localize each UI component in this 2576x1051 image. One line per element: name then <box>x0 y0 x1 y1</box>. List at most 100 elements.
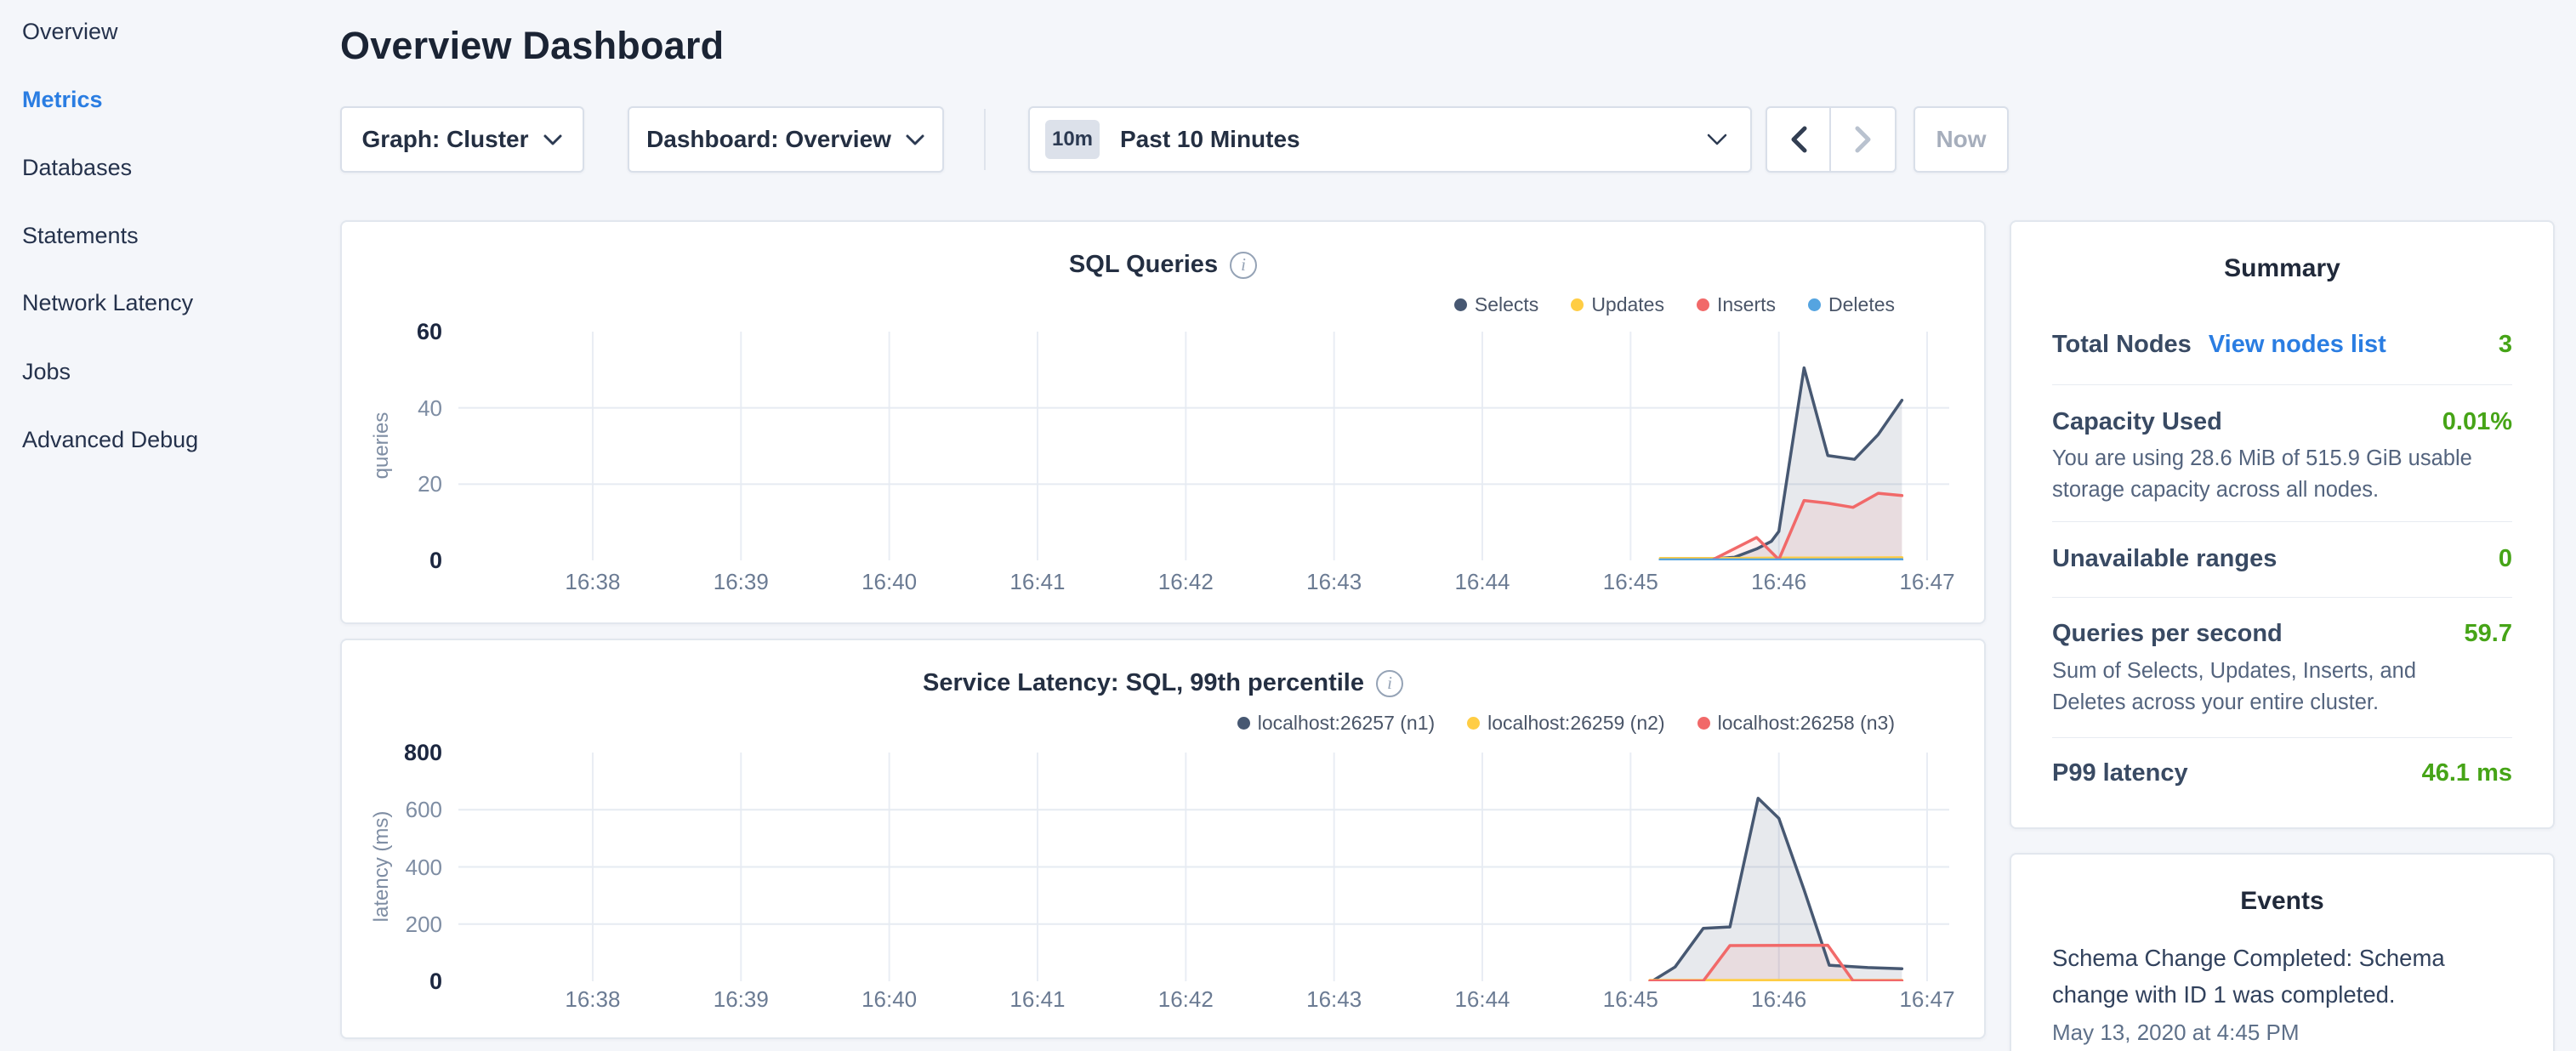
summary-row-label: Total Nodes <box>2052 331 2192 358</box>
legend-item[interactable]: localhost:26257 (n1) <box>1237 712 1435 735</box>
summary-row-queries-per-second: Queries per second 59.7 <box>2052 620 2512 648</box>
chart-plot-area[interactable] <box>458 753 1949 981</box>
x-tick-label: 16:38 <box>542 569 644 595</box>
summary-row-p99-latency: P99 latency 46.1 ms <box>2052 759 2512 787</box>
summary-row-total-nodes: Total Nodes View nodes list 3 <box>2052 331 2512 359</box>
x-tick-label: 16:40 <box>839 986 941 1013</box>
legend-item[interactable]: localhost:26258 (n3) <box>1697 712 1895 735</box>
x-tick-label: 16:42 <box>1134 569 1237 595</box>
service-latency-chart-card: Service Latency: SQL, 99th percentile i … <box>340 639 1986 1039</box>
divider <box>2052 521 2512 522</box>
y-axis-ticks: 0200400600800 <box>342 753 451 981</box>
x-tick-label: 16:45 <box>1579 986 1681 1013</box>
chart-legend: Selects Updates Inserts Deletes <box>1454 293 1895 316</box>
summary-row-value: 0.01% <box>2442 408 2512 436</box>
legend-dot-icon <box>1697 298 1709 311</box>
legend-label: Deletes <box>1828 293 1895 316</box>
x-tick-label: 16:46 <box>1728 569 1830 595</box>
summary-row-label: Capacity Used <box>2052 408 2222 436</box>
dashboard-dropdown-label: Dashboard: Overview <box>646 126 891 153</box>
divider <box>2052 384 2512 385</box>
chevron-down-icon <box>543 134 563 146</box>
sidebar-item-databases[interactable]: Databases <box>22 152 132 183</box>
view-nodes-list-link[interactable]: View nodes list <box>2209 331 2386 358</box>
legend-item[interactable]: localhost:26259 (n2) <box>1467 712 1664 735</box>
summary-row-value: 0 <box>2499 545 2512 573</box>
graph-scope-dropdown[interactable]: Graph: Cluster <box>340 106 584 173</box>
toolbar-divider <box>984 109 986 170</box>
legend-label: localhost:26259 (n2) <box>1487 712 1664 735</box>
sidebar-nav: Overview Metrics Databases Statements Networ… <box>0 0 323 1051</box>
sidebar-item-overview[interactable]: Overview <box>22 16 118 47</box>
sql-queries-chart-card: SQL Queries i SelectsUpdatesInsertsDelet… <box>340 220 1986 624</box>
sidebar-item-network-latency[interactable]: Network Latency <box>22 287 193 318</box>
legend-label: Inserts <box>1717 293 1776 316</box>
x-axis-ticks: 16:3816:3916:4016:4116:4216:4316:4416:45… <box>458 986 1949 1017</box>
y-tick-label: 200 <box>349 910 442 939</box>
y-axis-label: queries <box>370 412 394 480</box>
legend-dot-icon <box>1467 717 1480 730</box>
time-step-buttons <box>1766 106 1896 173</box>
x-tick-label: 16:41 <box>987 986 1089 1013</box>
info-icon[interactable]: i <box>1230 252 1257 279</box>
legend-item[interactable]: Selects <box>1454 293 1538 316</box>
y-tick-label: 600 <box>349 795 442 824</box>
now-button[interactable]: Now <box>1914 106 2009 173</box>
summary-row-label: P99 latency <box>2052 759 2188 787</box>
summary-row-value: 46.1 ms <box>2422 759 2512 787</box>
y-tick-label: 400 <box>349 853 442 882</box>
x-tick-label: 16:42 <box>1134 986 1237 1013</box>
y-tick-label: 40 <box>349 394 442 423</box>
legend-item[interactable]: Deletes <box>1808 293 1895 316</box>
graph-scope-dropdown-label: Graph: Cluster <box>361 126 528 153</box>
next-timespan-button[interactable] <box>1831 108 1895 171</box>
x-tick-label: 16:47 <box>1876 986 1978 1013</box>
legend-dot-icon <box>1697 717 1710 730</box>
x-tick-label: 16:39 <box>690 569 792 595</box>
legend-label: Selects <box>1475 293 1538 316</box>
x-tick-label: 16:44 <box>1431 569 1533 595</box>
legend-label: localhost:26257 (n1) <box>1258 712 1435 735</box>
summary-row-capacity-used: Capacity Used 0.01% <box>2052 408 2512 436</box>
chevron-down-icon <box>905 134 925 146</box>
summary-row-unavailable-ranges: Unavailable ranges 0 <box>2052 545 2512 573</box>
summary-row-description: You are using 28.6 MiB of 515.9 GiB usab… <box>2052 443 2494 506</box>
legend-label: localhost:26258 (n3) <box>1718 712 1895 735</box>
summary-row-label: Queries per second <box>2052 620 2283 648</box>
sidebar-item-metrics[interactable]: Metrics <box>22 84 103 115</box>
chart-title: Service Latency: SQL, 99th percentile <box>923 669 1364 697</box>
summary-row-value: 59.7 <box>2465 620 2512 648</box>
x-tick-label: 16:43 <box>1283 569 1385 595</box>
sidebar-item-jobs[interactable]: Jobs <box>22 356 71 387</box>
x-tick-label: 16:45 <box>1579 569 1681 595</box>
prev-timespan-button[interactable] <box>1767 108 1831 171</box>
time-range-dropdown[interactable]: 10m Past 10 Minutes <box>1028 106 1752 173</box>
chart-canvas <box>458 332 1949 560</box>
info-icon[interactable]: i <box>1376 670 1403 697</box>
dashboard-dropdown[interactable]: Dashboard: Overview <box>628 106 944 173</box>
chart-legend: localhost:26257 (n1) localhost:26259 (n2)… <box>1237 712 1895 735</box>
time-range-badge: 10m <box>1045 120 1100 159</box>
summary-row-label: Unavailable ranges <box>2052 545 2277 573</box>
y-tick-label: 60 <box>349 317 442 346</box>
summary-row-value: 3 <box>2499 331 2512 359</box>
summary-title: Summary <box>2011 254 2553 283</box>
event-message[interactable]: Schema Change Completed: Schema change w… <box>2052 940 2499 1013</box>
chart-plot-area[interactable] <box>458 332 1949 560</box>
legend-item[interactable]: Updates <box>1571 293 1664 316</box>
sidebar-item-advanced-debug[interactable]: Advanced Debug <box>22 424 198 455</box>
y-tick-label: 0 <box>349 967 442 996</box>
y-axis-ticks: 0204060 <box>342 332 451 560</box>
time-range-label: Past 10 Minutes <box>1120 126 1300 153</box>
divider <box>2052 597 2512 598</box>
events-panel: Events Schema Change Completed: Schema c… <box>2010 853 2555 1051</box>
events-title: Events <box>2011 887 2553 916</box>
x-tick-label: 16:47 <box>1876 569 1978 595</box>
divider <box>2052 737 2512 738</box>
sidebar-item-statements[interactable]: Statements <box>22 220 139 251</box>
x-tick-label: 16:41 <box>987 569 1089 595</box>
legend-dot-icon <box>1454 298 1467 311</box>
legend-item[interactable]: Inserts <box>1697 293 1776 316</box>
y-tick-label: 0 <box>349 546 442 575</box>
x-tick-label: 16:43 <box>1283 986 1385 1013</box>
